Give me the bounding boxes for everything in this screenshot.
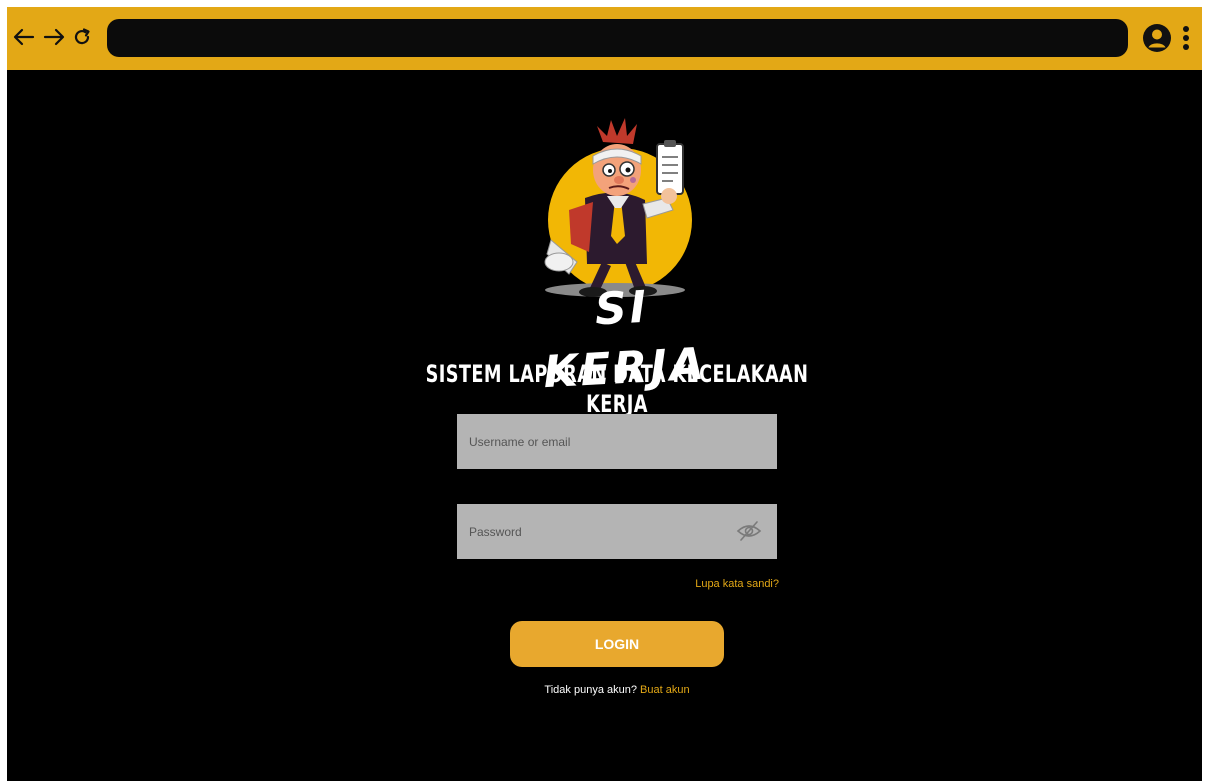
toggle-password-button[interactable] <box>735 519 763 543</box>
vertical-dots-icon <box>1183 26 1189 50</box>
signup-prompt: Tidak punya akun? Buat akun <box>457 684 777 696</box>
no-account-text: Tidak punya akun? <box>544 684 637 696</box>
browser-window: SI KERJA SISTEM LAPORAN DATA KECELAKAAN … <box>7 7 1202 781</box>
browser-toolbar <box>7 7 1202 70</box>
reload-button[interactable] <box>69 23 95 51</box>
username-input[interactable] <box>457 414 777 469</box>
address-bar[interactable] <box>107 19 1128 57</box>
password-input[interactable] <box>457 504 777 559</box>
brand-name: SI KERJA <box>542 281 709 399</box>
profile-button[interactable] <box>1142 23 1172 53</box>
forgot-password-link[interactable]: Lupa kata sandi? <box>627 578 779 590</box>
user-circle-icon <box>1143 24 1171 52</box>
create-account-link[interactable]: Buat akun <box>640 684 690 696</box>
arrow-right-icon <box>43 28 65 46</box>
system-title: SISTEM LAPORAN DATA KECELAKAAN KERJA <box>425 360 809 418</box>
login-button[interactable]: LOGIN <box>510 621 724 667</box>
arrow-left-icon <box>13 28 35 46</box>
forward-button[interactable] <box>41 23 67 51</box>
back-button[interactable] <box>11 23 37 51</box>
browser-menu-button[interactable] <box>1179 23 1193 53</box>
eye-slash-icon <box>736 521 762 541</box>
reload-icon <box>74 28 90 45</box>
